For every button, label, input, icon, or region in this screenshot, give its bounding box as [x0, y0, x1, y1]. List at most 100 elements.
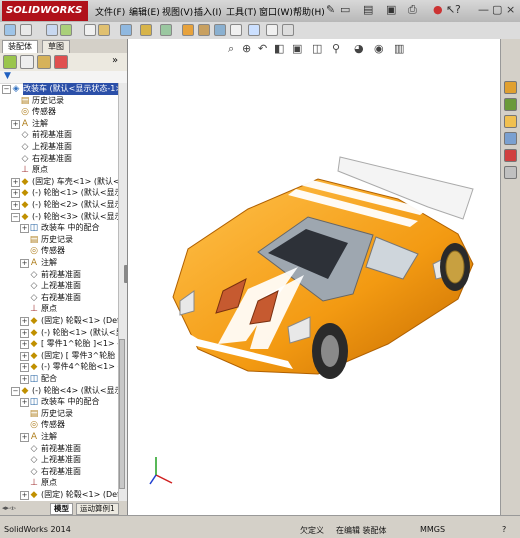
- feature-manager-icon[interactable]: [3, 55, 17, 69]
- expand-icon[interactable]: +: [11, 120, 20, 129]
- new-document-icon[interactable]: ▭: [340, 3, 350, 16]
- display-style-icon[interactable]: ◫: [312, 42, 322, 55]
- part-icon: ◆: [29, 328, 39, 338]
- tab-scroll-arrows-icon[interactable]: ◂▸◃▹: [2, 504, 16, 512]
- axis-triad: [150, 457, 172, 484]
- explode-line-icon[interactable]: [214, 24, 226, 36]
- plane-icon: ◇: [29, 270, 39, 280]
- help-icon[interactable]: ?: [455, 3, 461, 16]
- expand-icon[interactable]: +: [20, 352, 29, 361]
- interference-icon[interactable]: [230, 24, 242, 36]
- design-library-icon[interactable]: [504, 98, 517, 111]
- filter-icon[interactable]: ▼: [4, 71, 11, 81]
- reference-geometry-icon[interactable]: [140, 24, 152, 36]
- collapse-icon[interactable]: −: [11, 387, 20, 396]
- tree-item-label: 注解: [41, 257, 57, 269]
- edit-appearance-icon[interactable]: ◕: [354, 42, 364, 55]
- menu-help[interactable]: 帮助(H): [293, 5, 325, 18]
- instant3d-icon[interactable]: [248, 24, 260, 36]
- more-tools-icon[interactable]: [282, 24, 294, 36]
- display-manager-icon[interactable]: [54, 55, 68, 69]
- hide-show-items-icon[interactable]: ⚲: [332, 42, 340, 55]
- tab-motion-study[interactable]: 运动算例1: [76, 503, 119, 515]
- tree-item-label: 历史记录: [41, 408, 73, 420]
- zoom-area-icon[interactable]: ⊕: [242, 42, 251, 55]
- expand-icon[interactable]: +: [20, 317, 29, 326]
- open-folder-icon[interactable]: ▤: [363, 3, 373, 16]
- tab-assembly[interactable]: 装配体: [2, 40, 38, 54]
- expand-icon[interactable]: +: [20, 329, 29, 338]
- insert-component-icon[interactable]: [4, 24, 16, 36]
- smart-fasteners-icon[interactable]: [60, 24, 72, 36]
- assembly-features-icon[interactable]: [120, 24, 132, 36]
- expand-icon[interactable]: +: [20, 340, 29, 349]
- exploded-view-icon[interactable]: [198, 24, 210, 36]
- linear-pattern-icon[interactable]: [46, 24, 58, 36]
- view-palette-icon[interactable]: [504, 132, 517, 145]
- restore-icon[interactable]: ▢: [492, 3, 502, 16]
- collapse-icon[interactable]: −: [2, 85, 11, 94]
- solidworks-logo[interactable]: SOLIDWORKS: [2, 1, 88, 21]
- menu-view[interactable]: 视图(V): [162, 5, 193, 18]
- section-view-icon[interactable]: ◧: [274, 42, 284, 55]
- expand-icon[interactable]: +: [20, 491, 29, 500]
- menu-tools[interactable]: 工具(T): [226, 5, 257, 18]
- save-icon[interactable]: ▣: [386, 3, 396, 16]
- minimize-icon[interactable]: —: [478, 3, 489, 16]
- select-icon[interactable]: ↖: [446, 3, 455, 16]
- configuration-manager-icon[interactable]: [37, 55, 51, 69]
- collapse-icon[interactable]: −: [11, 213, 20, 222]
- tree-item-label: 注解: [41, 431, 57, 443]
- plane-icon: ◇: [29, 281, 39, 291]
- mate-icon[interactable]: [20, 24, 32, 36]
- previous-view-icon[interactable]: ↶: [258, 42, 267, 55]
- bottom-tabs: ◂▸◃▹ 模型 运动算例1: [0, 501, 127, 515]
- scrollbar-thumb[interactable]: [119, 339, 125, 489]
- expand-icon[interactable]: +: [20, 224, 29, 233]
- expand-icon[interactable]: +: [11, 178, 20, 187]
- tree-item-label: (-) 轮胎<3> (默认<显示状: [32, 211, 118, 223]
- menu-file[interactable]: 文件(F): [95, 5, 125, 18]
- expand-arrows-icon[interactable]: »: [112, 55, 118, 66]
- large-assembly-icon[interactable]: [266, 24, 278, 36]
- menu-insert[interactable]: 插入(I): [194, 5, 222, 18]
- view-settings-icon[interactable]: ▥: [394, 42, 404, 55]
- annotation-icon: A: [29, 258, 39, 268]
- zoom-to-fit-icon[interactable]: ⌕: [228, 42, 234, 56]
- traffic-light-icon[interactable]: ●: [433, 3, 443, 16]
- status-edit-mode: 在编辑 装配体: [336, 525, 387, 536]
- tab-model[interactable]: 模型: [50, 503, 73, 515]
- file-explorer-icon[interactable]: [504, 115, 517, 128]
- tab-sketch[interactable]: 草图: [42, 40, 70, 54]
- menu-edit[interactable]: 编辑(E): [129, 5, 160, 18]
- expand-icon[interactable]: +: [20, 363, 29, 372]
- tree-item-label: (-) 轮胎<4> (默认<显示状: [32, 385, 118, 397]
- print-icon[interactable]: ⎙: [408, 3, 417, 17]
- tree-item-label: (-) 零件4^轮胎<1> ->: [41, 361, 118, 373]
- show-hidden-icon[interactable]: [98, 24, 110, 36]
- expand-icon[interactable]: +: [20, 259, 29, 268]
- car-model[interactable]: [173, 157, 473, 379]
- help-icon-status[interactable]: ?: [502, 525, 506, 534]
- expand-icon[interactable]: +: [20, 375, 29, 384]
- view-orientation-icon[interactable]: ▣: [292, 42, 302, 55]
- expand-icon[interactable]: +: [20, 433, 29, 442]
- task-pane: [500, 39, 520, 515]
- bill-of-materials-icon[interactable]: [182, 24, 194, 36]
- tree-item-label: 右视基准面: [41, 466, 81, 478]
- expand-icon[interactable]: +: [20, 398, 29, 407]
- custom-properties-icon[interactable]: [504, 166, 517, 179]
- solidworks-resources-icon[interactable]: [504, 81, 517, 94]
- new-motion-study-icon[interactable]: [160, 24, 172, 36]
- menu-window[interactable]: 窗口(W): [259, 5, 293, 18]
- property-manager-icon[interactable]: [20, 55, 34, 69]
- graphics-area[interactable]: [128, 39, 500, 515]
- pin-icon[interactable]: ✎: [326, 3, 335, 16]
- expand-icon[interactable]: +: [11, 201, 20, 210]
- apply-scene-icon[interactable]: ◉: [374, 42, 384, 55]
- appearances-icon[interactable]: [504, 149, 517, 162]
- move-component-icon[interactable]: [84, 24, 96, 36]
- status-units[interactable]: MMGS: [420, 525, 445, 534]
- close-icon[interactable]: ×: [506, 3, 515, 16]
- expand-icon[interactable]: +: [11, 189, 20, 198]
